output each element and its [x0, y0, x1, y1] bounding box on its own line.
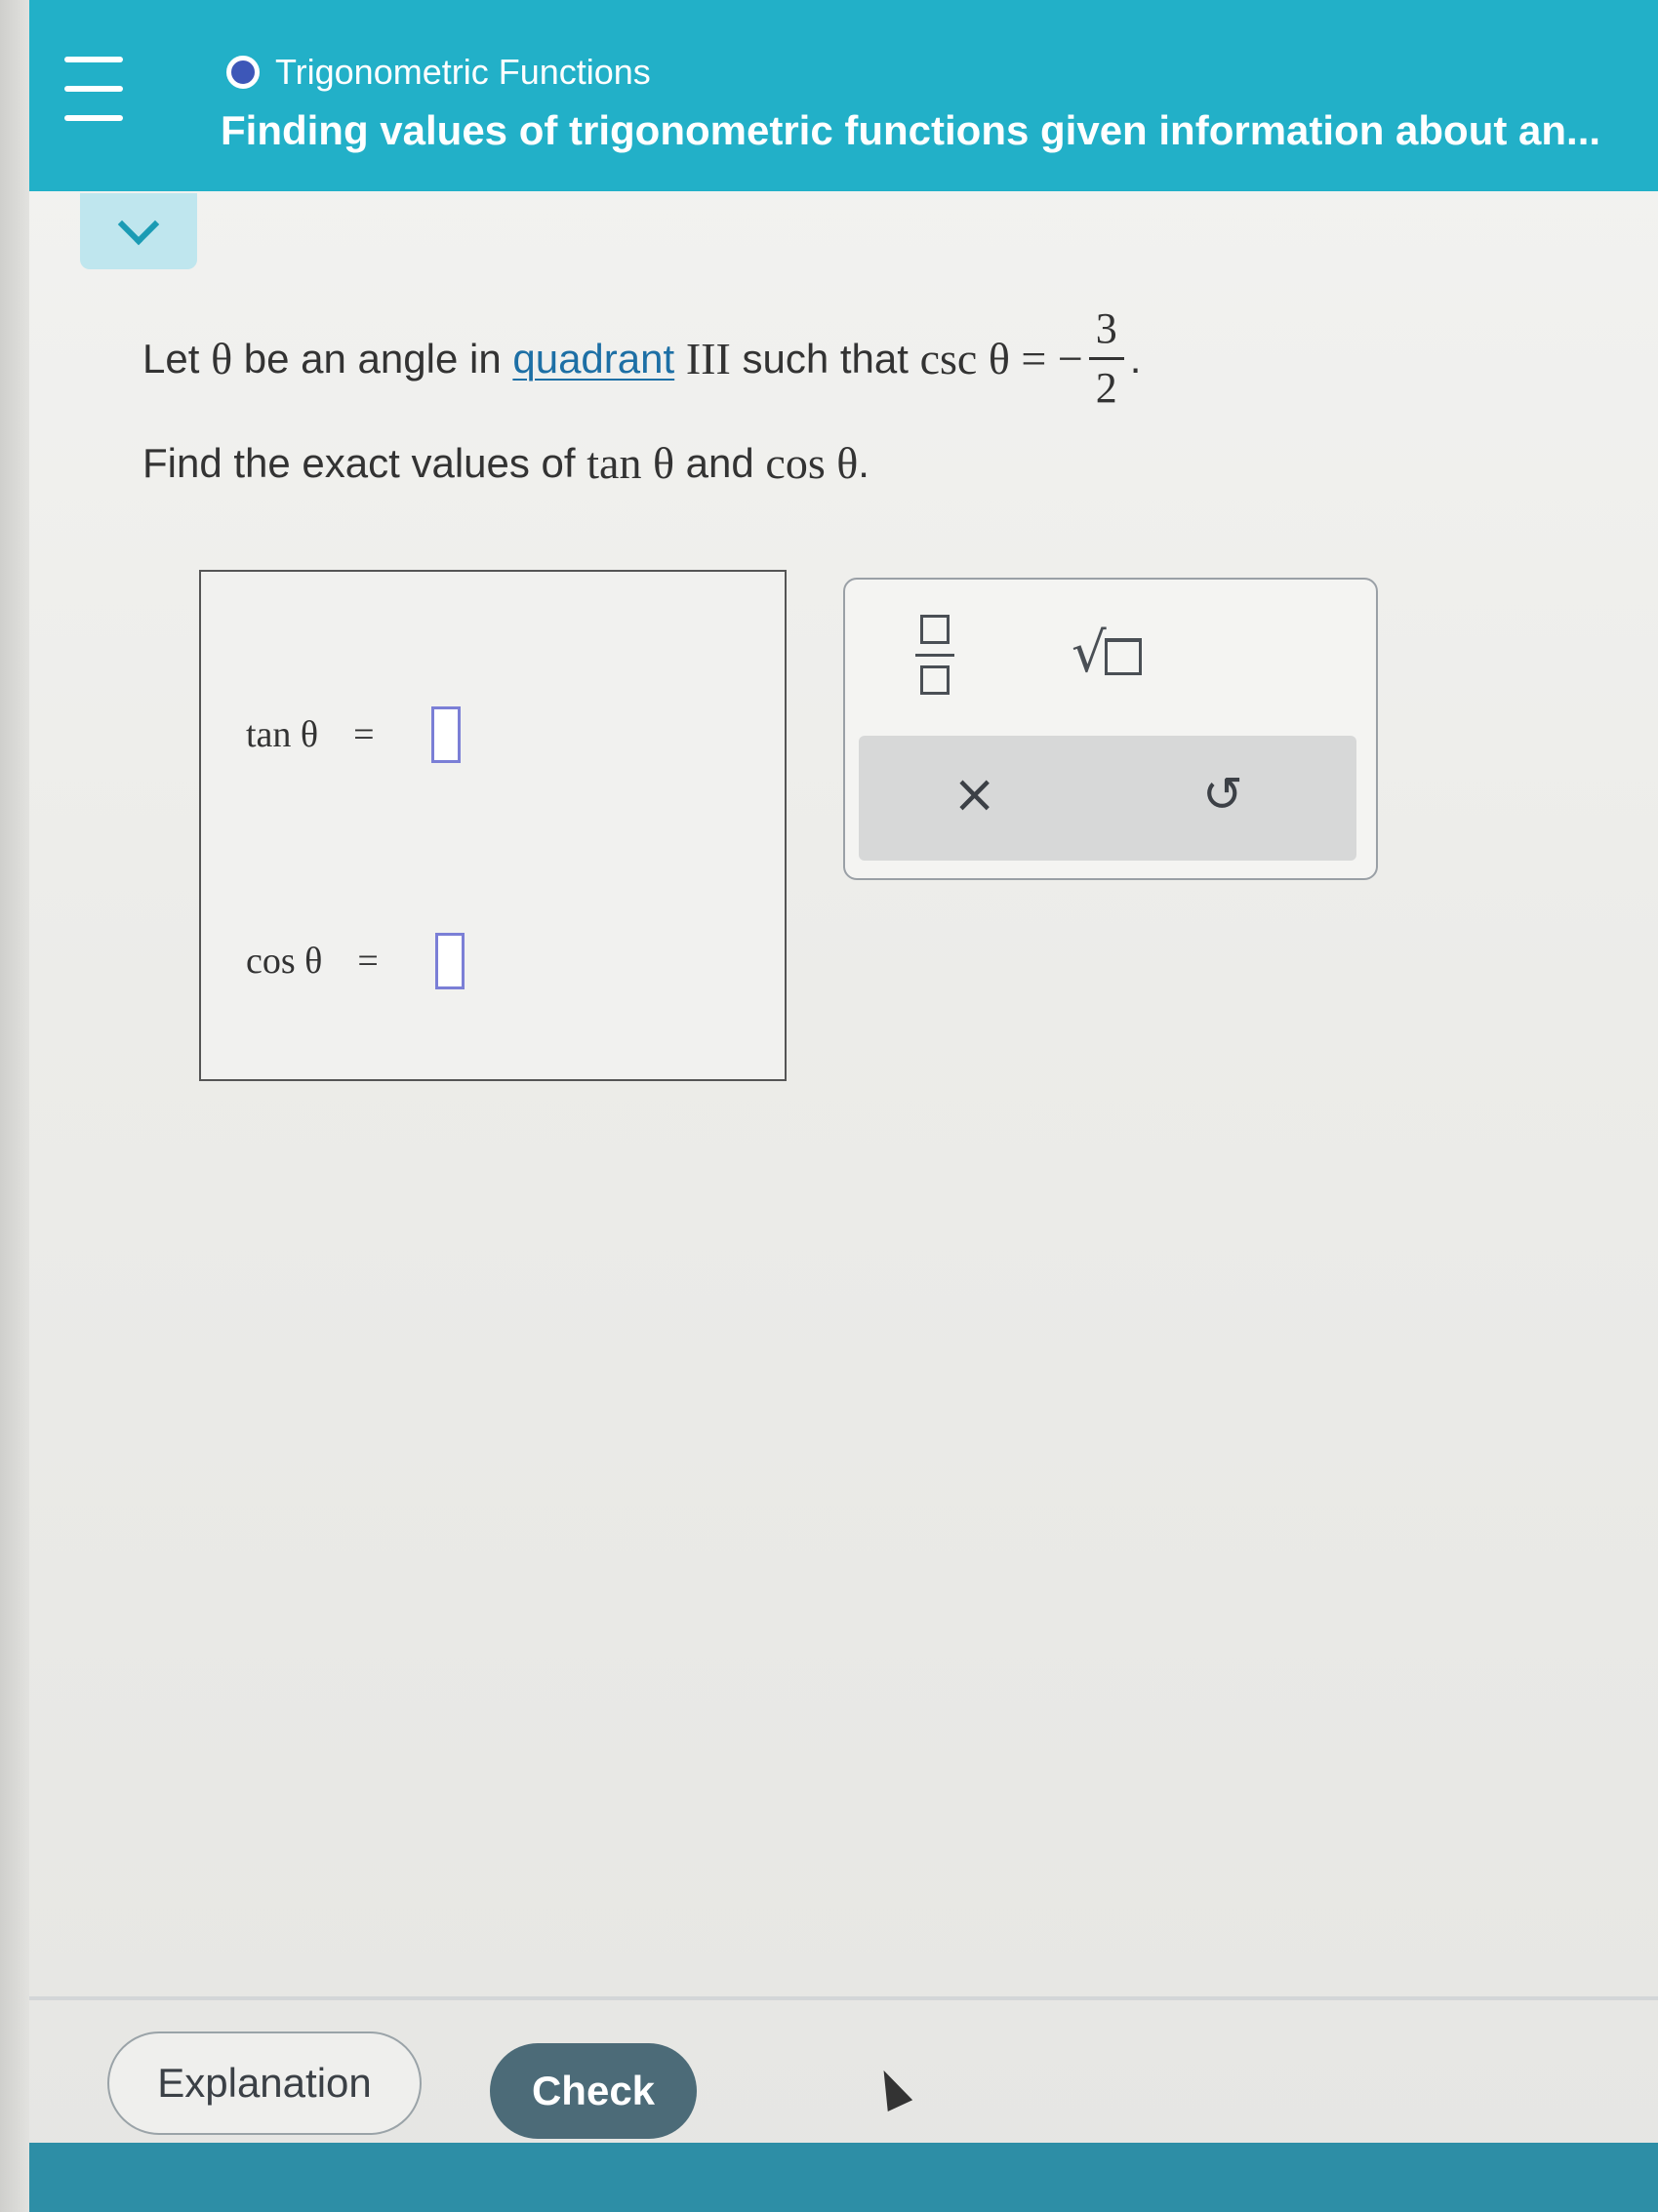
- menu-line: [64, 115, 123, 121]
- bottom-divider: [29, 1996, 1658, 2000]
- undo-icon[interactable]: ↺: [1202, 765, 1243, 824]
- topic-row: Trigonometric Functions: [226, 52, 651, 92]
- fraction-value: 3 2: [1088, 304, 1124, 413]
- answer-box: tan θ = cos θ =: [199, 570, 787, 1081]
- quadrant-link[interactable]: quadrant: [512, 336, 674, 382]
- denominator-box-icon: [920, 665, 950, 695]
- topic-progress-icon: [226, 56, 260, 89]
- cos-input[interactable]: [434, 933, 465, 989]
- equals-sign: =: [357, 941, 379, 982]
- problem-instruction: Find the exact values of tan θ and cos θ…: [142, 437, 869, 489]
- instruction-text: and: [685, 439, 754, 486]
- tan-expression: tan θ: [586, 438, 674, 488]
- quadrant-number: III: [685, 334, 731, 383]
- fraction-bar: [1088, 357, 1124, 360]
- clear-icon[interactable]: ×: [952, 765, 996, 824]
- check-button[interactable]: Check: [490, 2043, 697, 2139]
- numerator-box-icon: [920, 615, 950, 644]
- fraction-denominator: 2: [1095, 364, 1117, 412]
- math-keypad: √ × ↺: [843, 578, 1378, 880]
- keypad-actions: × ↺: [859, 736, 1356, 861]
- menu-line: [64, 57, 123, 62]
- problem-text: Let: [142, 335, 200, 382]
- tan-answer-row: tan θ =: [246, 706, 461, 763]
- fraction-numerator: 3: [1095, 304, 1117, 352]
- period: .: [1129, 335, 1142, 382]
- footer-bar: [29, 2143, 1658, 2212]
- tan-input[interactable]: [430, 706, 461, 763]
- cos-answer-row: cos θ =: [246, 933, 465, 989]
- cos-label: cos θ: [246, 941, 323, 982]
- theta-symbol: θ: [211, 334, 233, 383]
- collapse-tab[interactable]: [80, 193, 197, 269]
- radical-icon: √: [1072, 622, 1107, 685]
- topic-title: Trigonometric Functions: [275, 52, 651, 92]
- menu-icon[interactable]: [64, 57, 123, 121]
- fraction-key[interactable]: [915, 615, 954, 695]
- chevron-down-icon: [117, 203, 160, 246]
- sqrt-key[interactable]: √: [1072, 623, 1142, 681]
- explanation-button[interactable]: Explanation: [107, 2031, 422, 2135]
- menu-line: [64, 86, 123, 92]
- lesson-title: Finding values of trigonometric function…: [221, 107, 1601, 153]
- tan-label: tan θ: [246, 714, 319, 755]
- problem-text: such that: [742, 335, 909, 382]
- cos-expression: cos θ: [765, 438, 859, 488]
- csc-expression: csc θ = −: [919, 334, 1083, 383]
- problem-text: be an angle in: [243, 335, 502, 382]
- problem-statement: Let θ be an angle in quadrant III such t…: [142, 304, 1141, 413]
- period: .: [858, 439, 869, 486]
- radicand-box-icon: [1104, 638, 1142, 675]
- instruction-text: Find the exact values of: [142, 439, 576, 486]
- equals-sign: =: [353, 714, 375, 755]
- screen-bezel: [0, 0, 29, 2212]
- fraction-line-icon: [915, 653, 954, 657]
- header-bar: [29, 0, 1658, 191]
